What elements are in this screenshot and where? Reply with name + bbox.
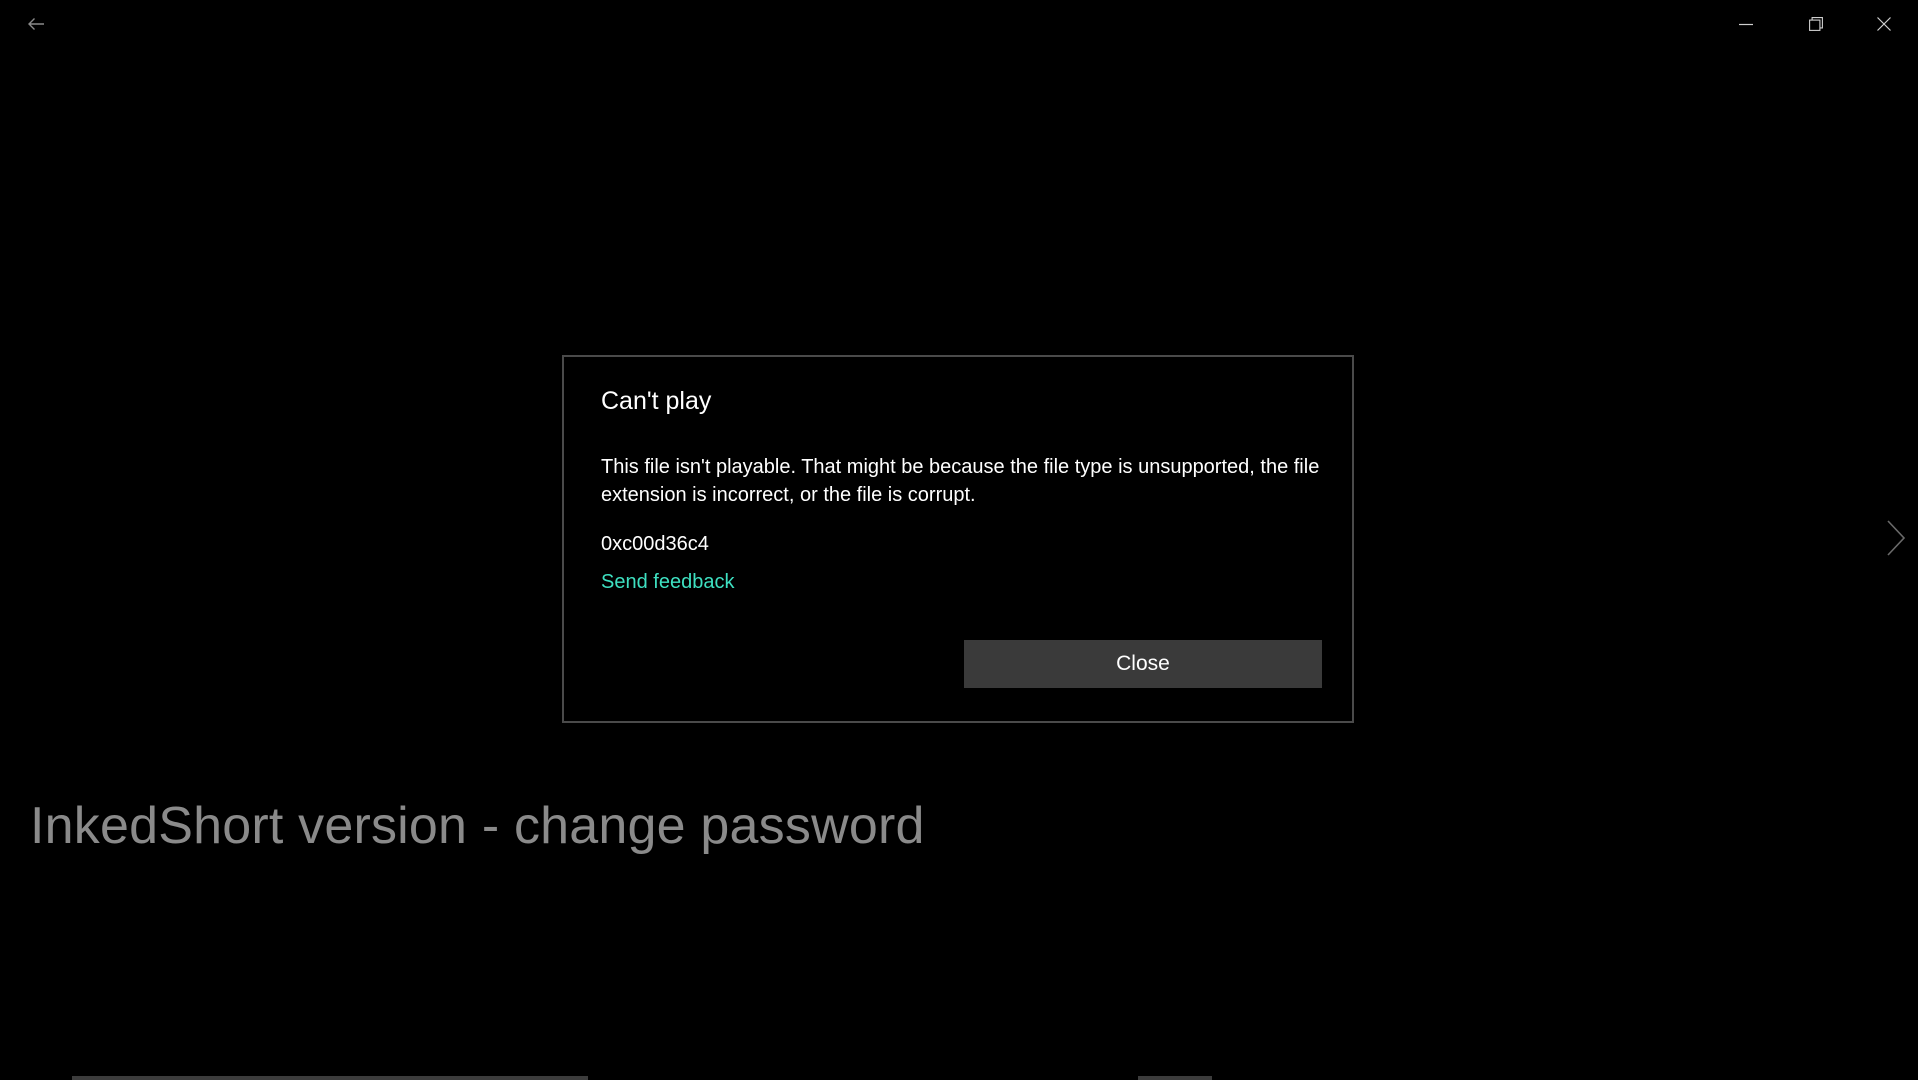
cant-play-dialog: Can't play This file isn't playable. Tha… [562,355,1354,723]
progress-segment [1138,1076,1212,1080]
dialog-title: Can't play [601,387,712,415]
dialog-message: This file isn't playable. That might be … [601,456,1320,506]
error-code: 0xc00d36c4 [601,533,709,555]
progress-track[interactable] [0,1076,1918,1080]
back-button[interactable] [14,0,58,48]
next-item-button[interactable] [1876,516,1916,564]
minimize-button[interactable] [1718,0,1774,48]
window-close-button[interactable] [1856,0,1912,48]
video-title: InkedShort version - change password [30,797,925,855]
minimize-icon [1739,17,1753,31]
restore-icon [1809,17,1823,31]
close-button[interactable]: Close [964,640,1322,688]
restore-button[interactable] [1788,0,1844,48]
media-player-window: InkedShort version - change password Can… [0,0,1918,1080]
arrow-left-icon [27,17,45,31]
chevron-right-icon [1886,519,1906,562]
progress-segment [72,1076,588,1080]
close-icon [1877,17,1891,31]
send-feedback-link[interactable]: Send feedback [601,571,734,594]
